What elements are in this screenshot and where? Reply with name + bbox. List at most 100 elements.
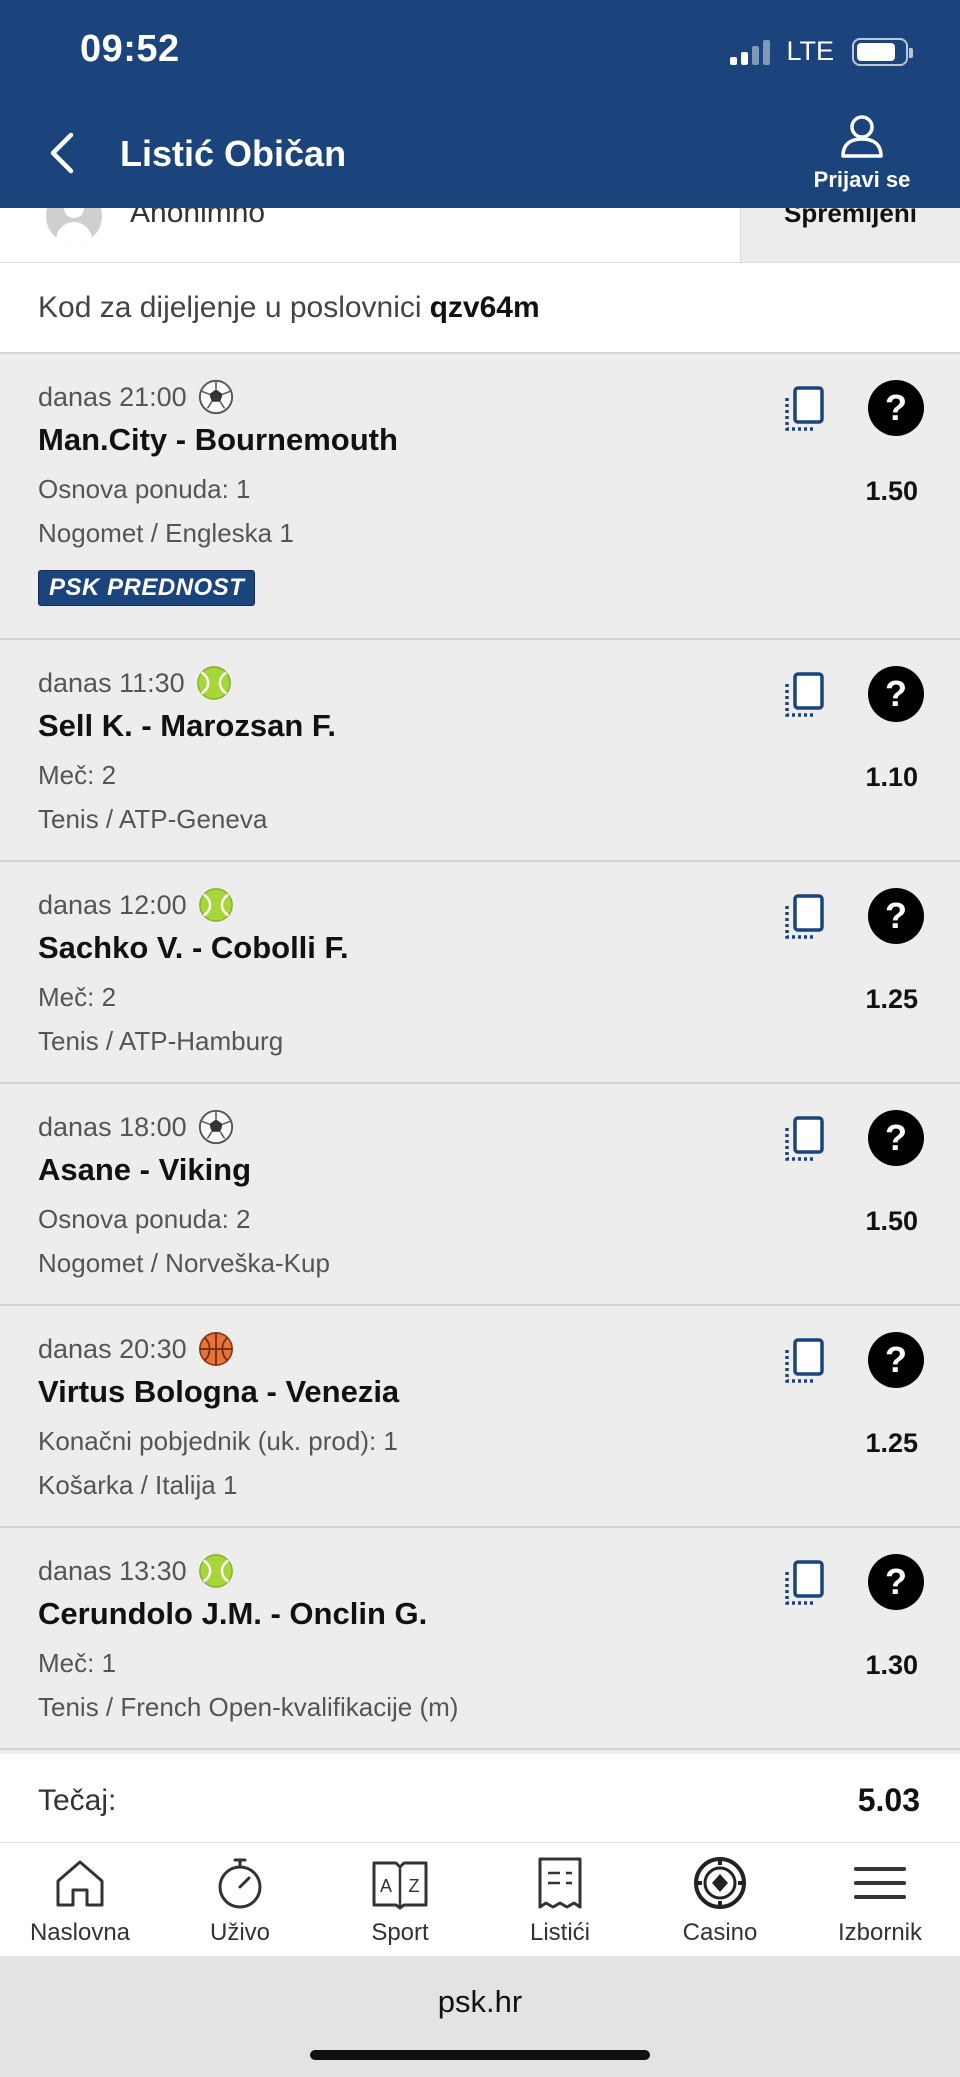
bet-row[interactable]: danas 20:30 Virtus Bologna - Venezia Konač… — [0, 1306, 960, 1528]
bet-row[interactable]: danas 18:00 Asane - Viking Osnova ponuda: … — [0, 1084, 960, 1306]
help-button[interactable]: ? — [868, 380, 924, 436]
copy-icon — [782, 386, 826, 438]
help-button[interactable]: ? — [868, 1332, 924, 1388]
bet-time: danas 13:30 — [38, 1555, 187, 1586]
bet-odd: 1.50 — [865, 1206, 918, 1236]
bet-time: danas 11:30 — [38, 667, 185, 698]
bet-odd: 1.50 — [865, 476, 918, 506]
nav-item-casino[interactable]: Casino — [640, 1843, 800, 1956]
bet-time: danas 21:00 — [38, 381, 187, 412]
bet-league: Tenis / ATP-Geneva — [38, 804, 268, 834]
copy-icon — [782, 1338, 826, 1390]
bet-row[interactable]: danas 21:00 Man.City - Bournemouth Osnova … — [0, 354, 960, 640]
copy-icon — [782, 1560, 826, 1612]
nav-item-naslovna[interactable]: Naslovna — [0, 1843, 160, 1956]
bet-odd: 1.10 — [865, 762, 918, 792]
bottom-nav: Naslovna Uživo AZ Sport Listići Casino I… — [0, 1842, 960, 1956]
svg-text:A: A — [380, 1876, 392, 1896]
help-button[interactable]: ? — [868, 1110, 924, 1166]
bet-league: Košarka / Italija 1 — [38, 1470, 238, 1500]
menu-icon — [854, 1867, 906, 1899]
bet-row[interactable]: danas 11:30 Sell K. - Marozsan F. Meč: 2 Te… — [0, 640, 960, 862]
bet-league: Nogomet / Engleska 1 — [38, 518, 294, 548]
bet-market: Osnova ponuda: 2 — [38, 1204, 251, 1234]
share-code-label: Kod za dijeljenje u poslovnici — [38, 290, 422, 324]
share-code-row: Kod za dijeljenje u poslovnici qzv64m — [0, 262, 960, 354]
bet-time-row: danas 18:00 — [38, 1108, 235, 1146]
tennis-icon — [195, 664, 233, 702]
bet-market: Meč: 1 — [38, 1648, 117, 1678]
signal-icon — [730, 39, 771, 65]
bet-match: Asane - Viking — [38, 1152, 252, 1187]
bet-time-row: danas 21:00 — [38, 378, 235, 416]
promo-badge: PSK PREDNOST — [38, 570, 256, 606]
browser-url[interactable]: psk.hr — [0, 1984, 960, 2020]
bet-time-row: danas 20:30 — [38, 1330, 235, 1368]
copy-icon — [782, 894, 826, 946]
nav-label: Casino — [682, 1919, 758, 1946]
bet-league: Nogomet / Norveška-Kup — [38, 1248, 330, 1278]
football-icon — [197, 378, 235, 416]
bet-time-row: danas 13:30 — [38, 1552, 235, 1590]
nav-item-izbornik[interactable]: Izbornik — [800, 1843, 960, 1956]
home-icon — [56, 1860, 104, 1907]
bet-league: Tenis / ATP-Hamburg — [38, 1026, 284, 1056]
app-header: 09:52 LTE Listić Običan Prijavi se — [0, 0, 960, 208]
login-label: Prijavi se — [813, 167, 911, 192]
football-icon — [197, 1108, 235, 1146]
login-button[interactable]: Prijavi se — [792, 112, 932, 193]
chevron-left-icon — [50, 132, 74, 174]
casino-chip-icon — [694, 1857, 746, 1909]
home-indicator[interactable] — [310, 2050, 650, 2060]
bet-market: Konačni pobjednik (uk. prod): 1 — [38, 1426, 398, 1456]
nav-label: Listići — [529, 1919, 590, 1946]
total-odds-row: Tečaj: 5.03 — [0, 1754, 960, 1844]
nav-item-uzivo[interactable]: Uživo — [160, 1843, 320, 1956]
bet-row[interactable]: danas 12:00 Sachko V. - Cobolli F. Meč: 2 T… — [0, 862, 960, 1084]
copy-bet-button[interactable] — [782, 1114, 826, 1164]
bet-league: Tenis / French Open-kvalifikacije (m) — [38, 1692, 459, 1722]
nav-item-listici[interactable]: Listići — [480, 1843, 640, 1956]
network-type: LTE — [786, 36, 834, 66]
copy-bet-button[interactable] — [782, 892, 826, 942]
page: 09:52 LTE Listić Običan Prijavi se Anoni… — [0, 0, 960, 2077]
help-button[interactable]: ? — [868, 1554, 924, 1610]
nav-label: Naslovna — [29, 1919, 131, 1946]
bet-match: Man.City - Bournemouth — [38, 422, 398, 457]
bet-list: danas 21:00 Man.City - Bournemouth Osnova … — [0, 354, 960, 1750]
bet-match: Sell K. - Marozsan F. — [38, 708, 337, 743]
copy-icon — [782, 672, 826, 724]
copy-bet-button[interactable] — [782, 1336, 826, 1386]
bet-match: Sachko V. - Cobolli F. — [38, 930, 349, 965]
copy-bet-button[interactable] — [782, 670, 826, 720]
nav-label: Uživo — [209, 1919, 270, 1946]
bet-market: Osnova ponuda: 1 — [38, 474, 251, 504]
user-icon — [841, 115, 883, 158]
help-button[interactable]: ? — [868, 888, 924, 944]
bet-match: Cerundolo J.M. - Onclin G. — [38, 1596, 428, 1631]
nav-item-sport[interactable]: AZ Sport — [320, 1843, 480, 1956]
bet-time-row: danas 12:00 — [38, 886, 235, 924]
copy-bet-button[interactable] — [782, 1558, 826, 1608]
bet-row[interactable]: danas 13:30 Cerundolo J.M. - Onclin G. Meč… — [0, 1528, 960, 1750]
battery-icon — [852, 37, 913, 66]
copy-bet-button[interactable] — [782, 384, 826, 434]
bet-time-row: danas 11:30 — [38, 664, 233, 702]
bet-market: Meč: 2 — [38, 982, 117, 1012]
share-code: qzv64m — [429, 290, 540, 324]
svg-text:Z: Z — [409, 1876, 420, 1896]
bet-odd: 1.25 — [865, 984, 918, 1014]
status-indicators: LTE — [730, 36, 913, 67]
nav-label: Sport — [371, 1919, 429, 1946]
bet-time: danas 18:00 — [38, 1111, 187, 1142]
bet-market: Meč: 2 — [38, 760, 117, 790]
page-title: Listić Običan — [120, 133, 347, 174]
nav-label: Izbornik — [837, 1919, 923, 1946]
back-button[interactable] — [40, 128, 84, 178]
browser-address-bar: psk.hr — [0, 1956, 960, 2077]
ticket-icon — [538, 1857, 582, 1909]
bet-odd: 1.30 — [865, 1650, 918, 1680]
help-button[interactable]: ? — [868, 666, 924, 722]
total-odds-label: Tečaj: — [38, 1784, 117, 1817]
bet-time: danas 20:30 — [38, 1333, 187, 1364]
